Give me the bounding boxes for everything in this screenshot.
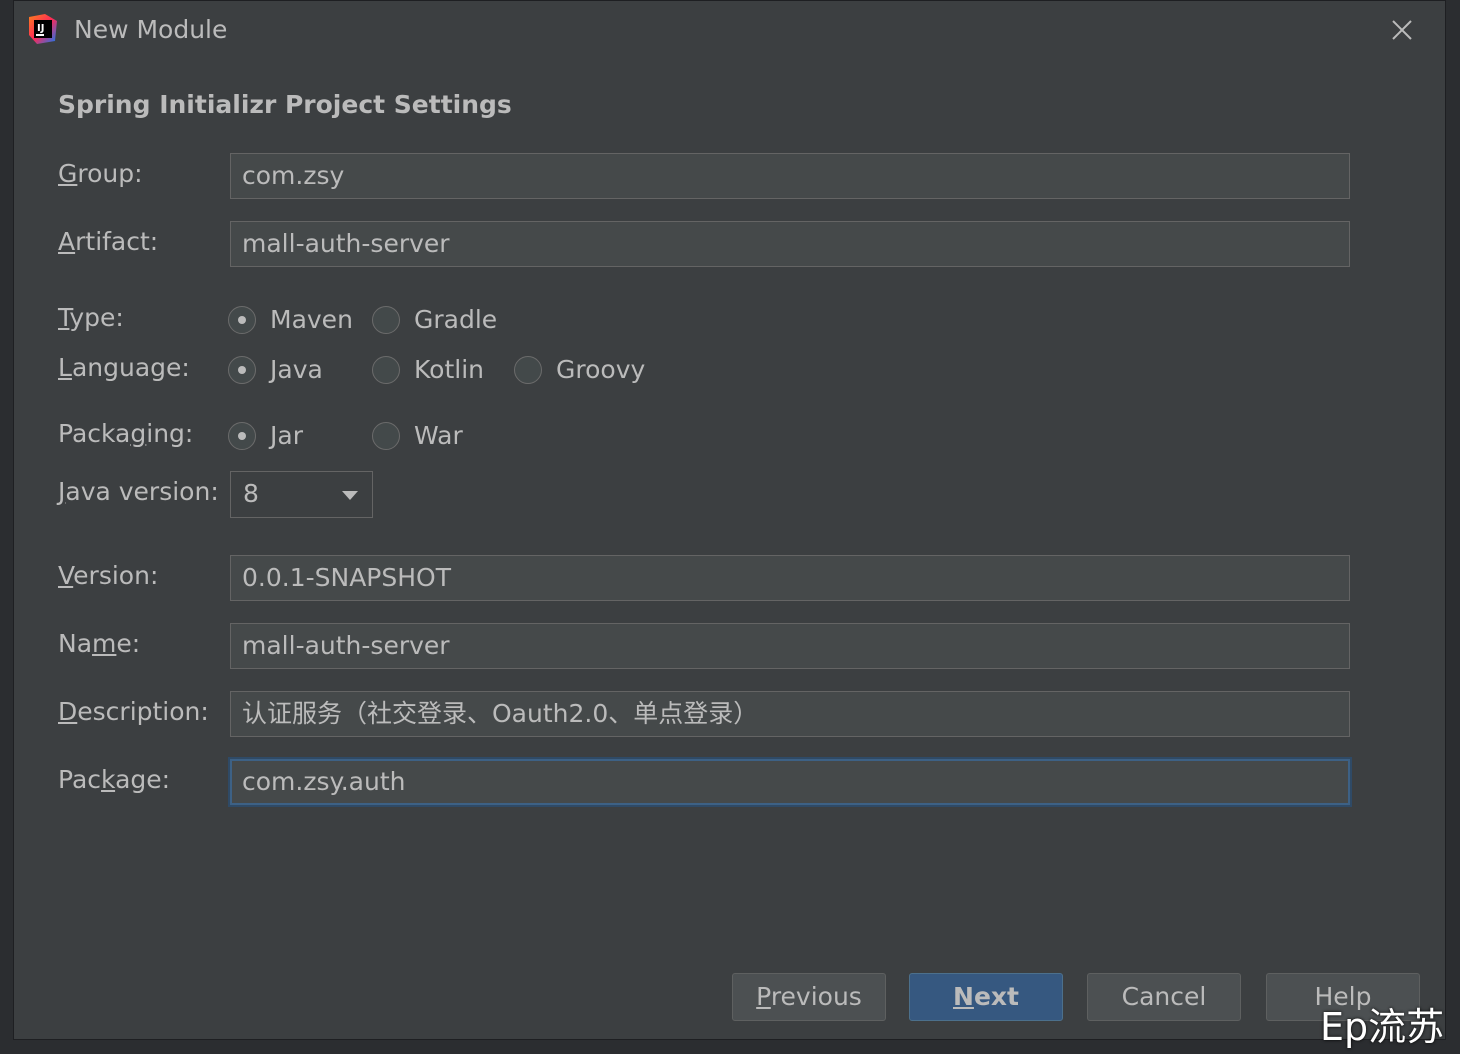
radio-button[interactable]	[372, 355, 400, 384]
language-radio-kotlin[interactable]: Kotlin	[372, 355, 484, 384]
new-module-dialog: IJ New Module Spring Initializr Project …	[13, 0, 1446, 1040]
radio-button-checked[interactable]	[228, 421, 256, 450]
type-radio-gradle[interactable]: Gradle	[372, 305, 497, 334]
chevron-down-icon	[342, 491, 358, 500]
previous-button[interactable]: Previous	[732, 973, 886, 1021]
type-radio-maven[interactable]: Maven	[228, 305, 353, 334]
java-version-value: 8	[243, 479, 259, 508]
java-version-label: Java version:	[58, 477, 219, 506]
description-field[interactable]: 认证服务（社交登录、Oauth2.0、单点登录）	[230, 691, 1350, 737]
name-field[interactable]: mall-auth-server	[230, 623, 1350, 669]
section-title: Spring Initializr Project Settings	[58, 90, 512, 119]
radio-button-checked[interactable]	[228, 305, 256, 334]
package-label: Package:	[58, 765, 171, 794]
next-button[interactable]: Next	[909, 973, 1063, 1021]
language-radio-java[interactable]: Java	[228, 355, 323, 384]
watermark: Ep流苏	[1320, 1005, 1445, 1049]
package-field[interactable]: com.zsy.auth	[230, 759, 1350, 805]
packaging-radio-war[interactable]: War	[372, 421, 463, 450]
radio-button[interactable]	[372, 305, 400, 334]
artifact-field[interactable]: mall-auth-server	[230, 221, 1350, 267]
close-icon[interactable]	[1387, 15, 1417, 45]
type-label: Type:	[58, 303, 124, 332]
svg-text:IJ: IJ	[37, 23, 44, 34]
packaging-radio-jar[interactable]: Jar	[228, 421, 303, 450]
description-label: Description:	[58, 697, 209, 726]
version-label: Version:	[58, 561, 159, 590]
radio-button[interactable]	[372, 421, 400, 450]
cancel-button[interactable]: Cancel	[1087, 973, 1241, 1021]
artifact-label: Artifact:	[58, 227, 159, 256]
title-bar: IJ New Module	[14, 1, 1445, 59]
version-field[interactable]: 0.0.1-SNAPSHOT	[230, 555, 1350, 601]
language-label: Language:	[58, 353, 190, 382]
language-radio-groovy[interactable]: Groovy	[514, 355, 645, 384]
window-title: New Module	[74, 15, 228, 44]
radio-button-checked[interactable]	[228, 355, 256, 384]
intellij-idea-icon: IJ	[29, 14, 57, 44]
name-label: Name:	[58, 629, 141, 658]
java-version-select[interactable]: 8	[230, 471, 373, 518]
radio-button[interactable]	[514, 355, 542, 384]
group-field[interactable]: com.zsy	[230, 153, 1350, 199]
packaging-label: Packaging:	[58, 419, 194, 448]
group-label: Group:	[58, 159, 143, 188]
